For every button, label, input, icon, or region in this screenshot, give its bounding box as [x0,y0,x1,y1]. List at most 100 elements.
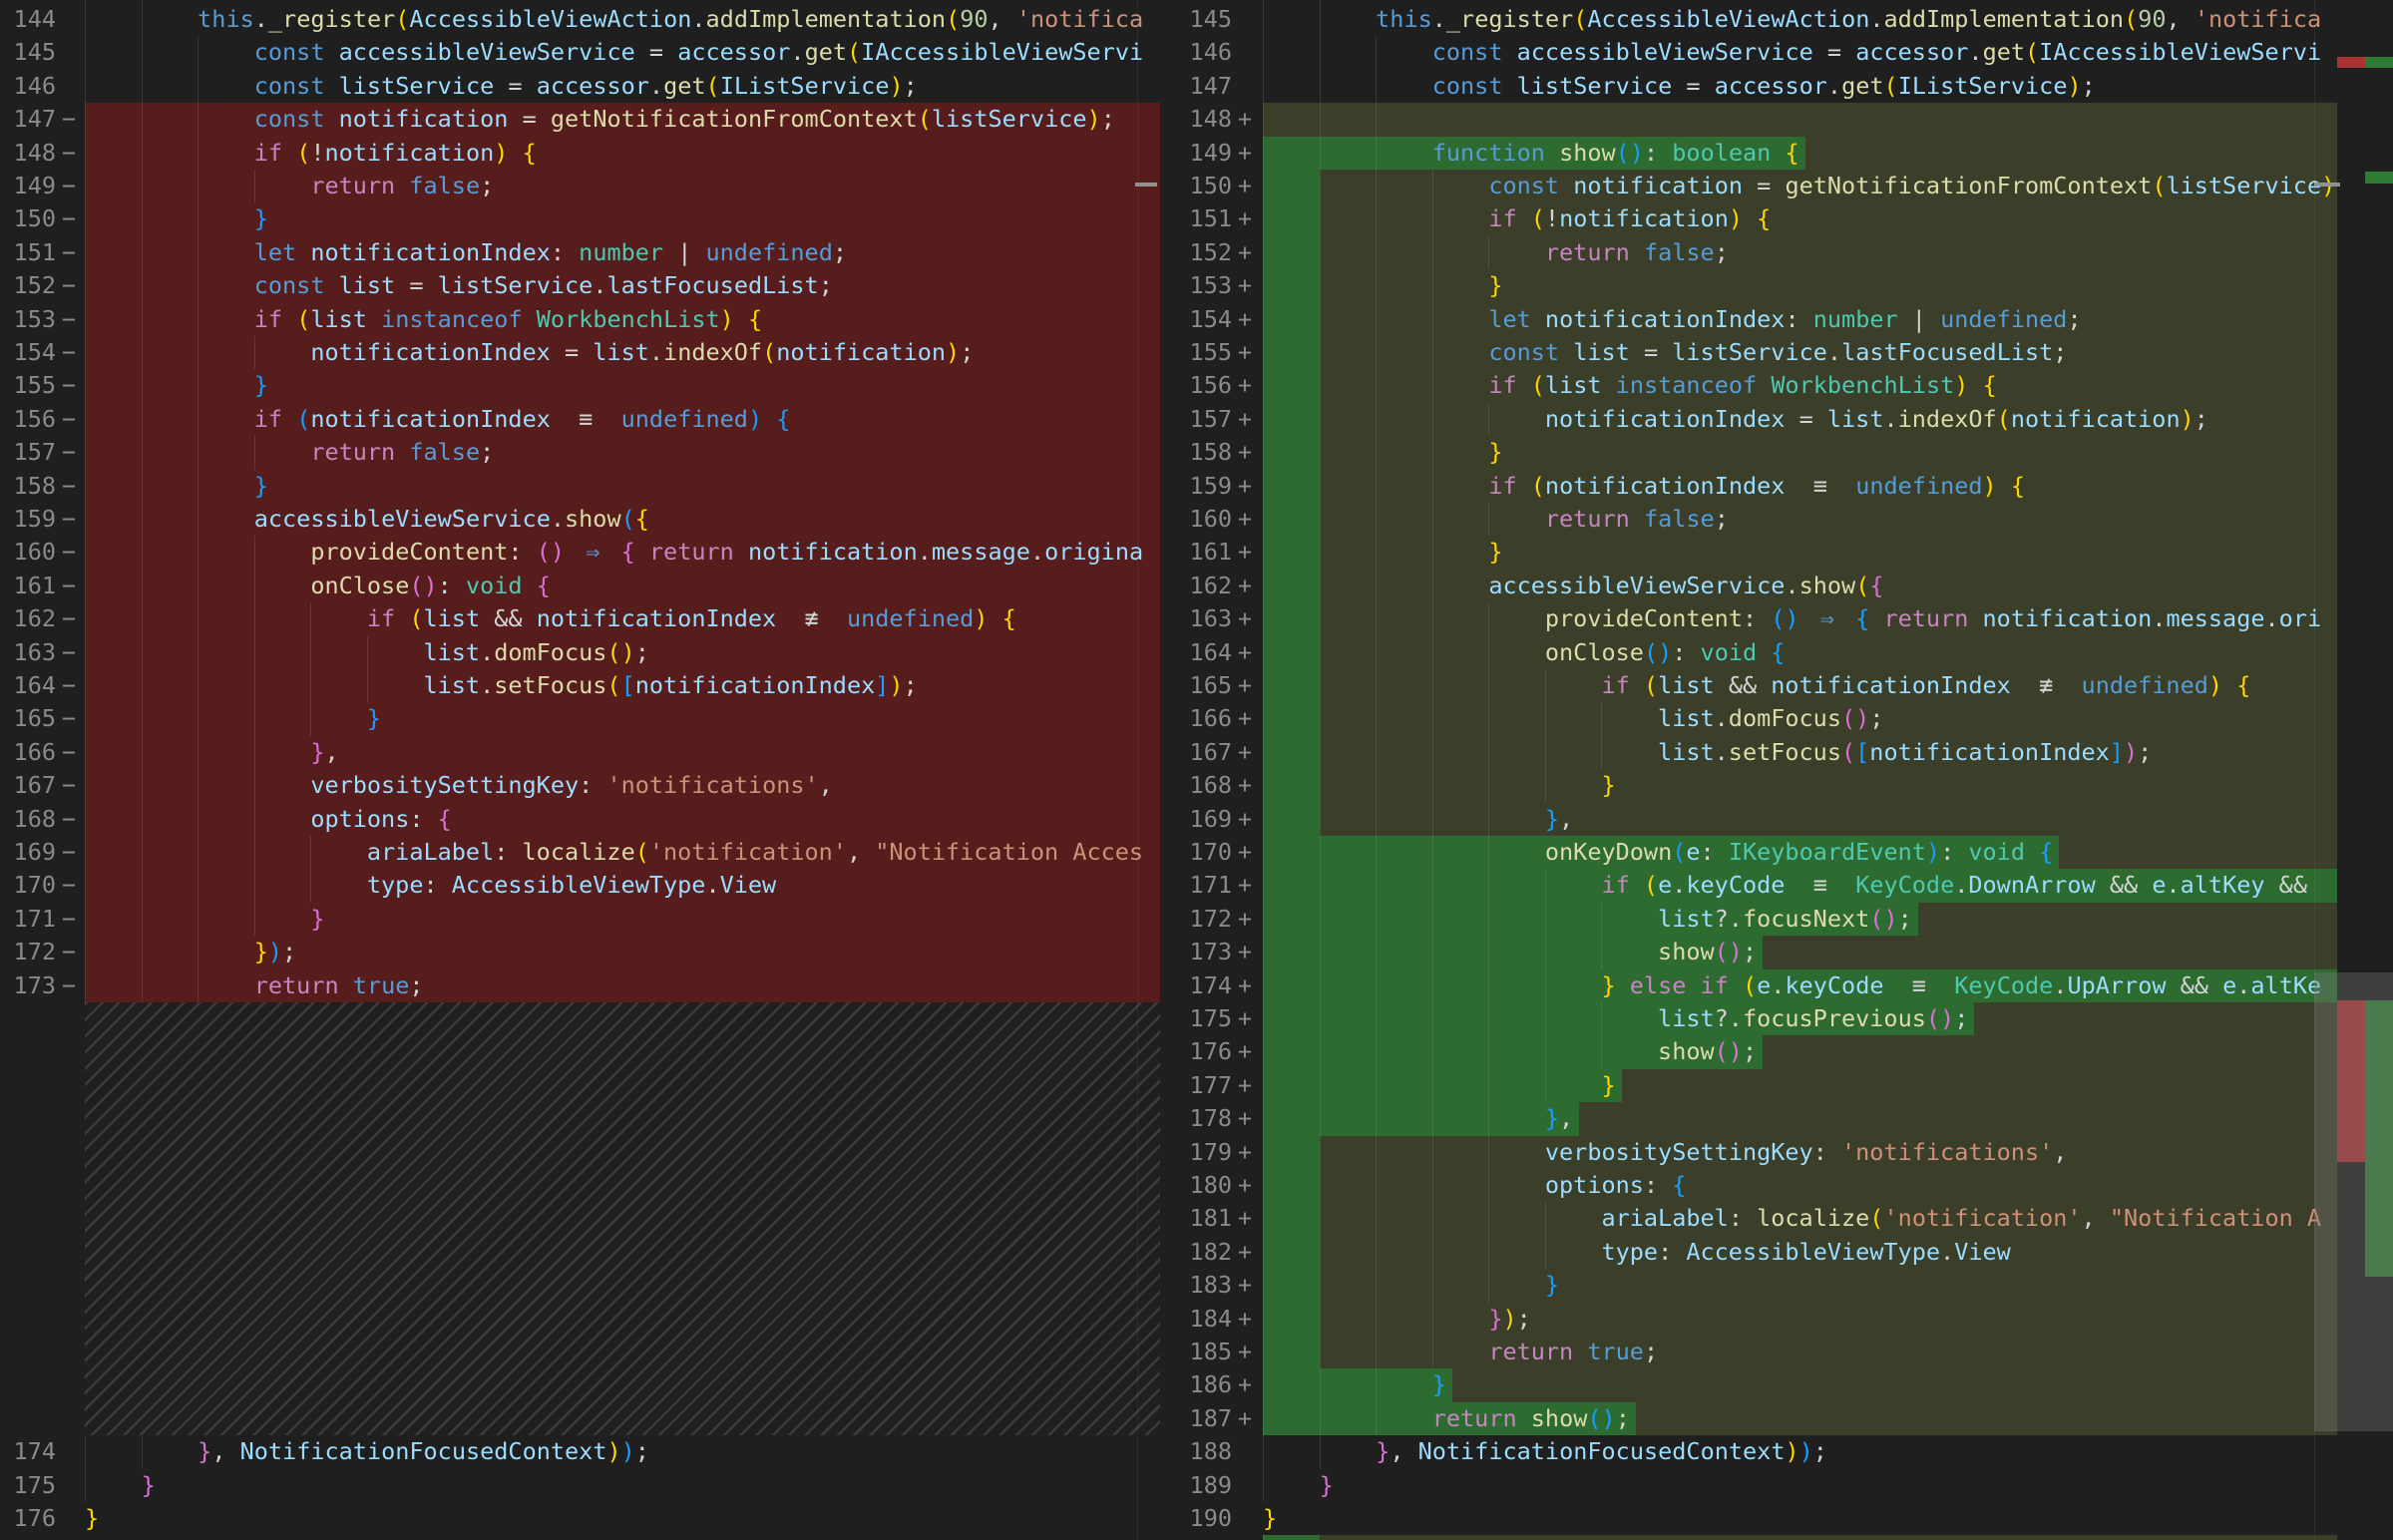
code-line[interactable]: 171−} [0,902,1160,937]
code-line[interactable]: 177 +} [1160,1068,2393,1103]
code-line[interactable]: 187 + return show(); [1160,1401,2393,1436]
code-line[interactable]: 178 +}, [1160,1102,2393,1136]
token: { [1869,571,1884,599]
code-line[interactable]: 184 +}); [1160,1302,2393,1337]
code-line[interactable]: 159− accessibleViewService.show({ [0,503,1160,537]
code-line[interactable]: 165−} [0,702,1160,736]
code-line[interactable]: 149 + function show(): boolean { [1160,136,2393,171]
code-line[interactable]: 167− verbositySettingKey: 'notifications'… [0,769,1160,803]
code-line[interactable]: 182 + type: AccessibleViewType.View [1160,1235,2393,1270]
line-number: 167 [13,771,56,800]
code-line[interactable]: 164 + onClose(): void { [1160,635,2393,670]
scrollbar-slider[interactable] [2314,972,2393,1431]
code-line[interactable]: 151− let notificationIndex: number | unde… [0,235,1160,270]
code-line[interactable]: 159 + if (notificationIndex ≡ undefined) { [1160,469,2393,504]
token: ( [1587,1403,1602,1432]
code-line[interactable]: 180 + options: { [1160,1169,2393,1203]
code-line[interactable]: 163 + provideContent: () ⇒ { return notifi… [1160,602,2393,636]
code-line[interactable]: 148− if (!notification) { [0,136,1160,171]
code-line[interactable]: 148 + [1160,103,2393,137]
code-line[interactable]: 181 + ariaLabel: localize('notification', … [1160,1202,2393,1236]
code-line[interactable]: 185 + return true; [1160,1336,2393,1369]
code-line[interactable]: 149− return false; [0,170,1160,203]
code-line[interactable]: 156− if (notificationIndex ≡ undefined) { [0,402,1160,437]
code-line[interactable]: 144 this._register(AccessibleViewAction.a… [0,3,1160,37]
code-line[interactable]: 164− list.setFocus([notificationIndex]); [0,669,1160,703]
code-line[interactable]: 179 + verbositySettingKey: 'notifications'… [1160,1135,2393,1170]
indent-guide [198,635,254,669]
code-line[interactable]: 166 + list.domFocus(); [1160,702,2393,736]
code-line[interactable]: 174 +} else if (e.keyCode ≡ KeyCode.UpArr… [1160,968,2393,1003]
code-line[interactable]: 145 const accessibleViewService = accesso… [0,36,1160,70]
code-line[interactable]: 146 const listService = accessor.get(ILis… [0,69,1160,104]
code-line[interactable]: 168− options: { [0,802,1160,837]
code-line[interactable]: 191+ [1160,1535,2393,1540]
code-line[interactable]: 176} [0,1502,1160,1536]
code-line[interactable]: 170 + onKeyDown(e: IKeyboardEvent): void { [1160,836,2393,870]
code-line[interactable]: 175 + list?.focusPrevious(); [1160,1002,2393,1036]
code-line[interactable]: 168 +} [1160,769,2393,803]
code-line[interactable]: 174}, NotificationFocusedContext)); [0,1435,1160,1469]
code-line[interactable]: 152 + return false; [1160,235,2393,270]
code-line[interactable]: 153 +} [1160,269,2393,303]
code-line[interactable]: 169− ariaLabel: localize('notification', … [0,836,1160,870]
code-line[interactable]: 151 + if (!notification) { [1160,202,2393,236]
code-line[interactable]: 155 + const list = listService.lastFocused… [1160,336,2393,370]
code-line[interactable]: 186 +} [1160,1368,2393,1402]
code-line[interactable]: 165 + if (list && notificationIndex ≢ unde… [1160,669,2393,703]
code-line[interactable]: 162 + accessibleViewService.show({ [1160,569,2393,603]
code-line[interactable]: 166−}, [0,735,1160,770]
code-line[interactable]: 172 + list?.focusNext(); [1160,902,2393,937]
code-line[interactable]: 173− return true; [0,968,1160,1003]
code-line[interactable]: 161− onClose(): void { [0,569,1160,603]
code-line[interactable]: 171 + if (e.keyCode ≡ KeyCode.DownArrow &&… [1160,869,2393,903]
code-line[interactable]: 156 + if (list instanceof WorkbenchList) { [1160,369,2393,403]
token: function [1431,138,1545,167]
diff-sign: + [1237,871,1253,900]
code-line[interactable]: 150 + const notification = getNotification… [1160,170,2393,203]
modified-editor-pane[interactable]: 144});145this._register(AccessibleViewAc… [1160,0,2393,1540]
code-line[interactable]: 188}, NotificationFocusedContext)); [1160,1435,2393,1469]
code-line[interactable]: 173 + show(); [1160,936,2393,969]
code-line[interactable]: 172−}); [0,936,1160,969]
token: if [1488,471,1517,500]
code-line[interactable]: 155−} [0,369,1160,403]
code-line[interactable]: 163− list.domFocus(); [0,635,1160,670]
code-line[interactable]: 154 + let notificationIndex: number | unde… [1160,302,2393,337]
code-line[interactable]: 147 const listService = accessor.get(ILis… [1160,69,2393,104]
code-line[interactable]: 150−} [0,202,1160,236]
code-line[interactable]: 176 + show(); [1160,1035,2393,1069]
code-content: } else if (e.keyCode ≡ KeyCode.UpArrow &… [1263,968,2337,1002]
code-line[interactable]: 147− const notification = getNotification… [0,103,1160,137]
code-line[interactable]: 158−} [0,469,1160,504]
code-line[interactable]: 158 +} [1160,436,2393,470]
code-line[interactable]: 169 +}, [1160,802,2393,837]
code-line[interactable]: 153− if (list instanceof WorkbenchList) { [0,302,1160,337]
token: ) [1982,471,1997,500]
code-line[interactable]: 157− return false; [0,436,1160,470]
code-line[interactable]: 157 + notificationIndex = list.indexOf(not… [1160,402,2393,437]
token: undefined [620,404,748,433]
code-line[interactable]: 162− if (list && notificationIndex ≢ unde… [0,602,1160,636]
token: ( [634,838,649,866]
code-line[interactable]: 167 + list.setFocus([notificationIndex]); [1160,735,2393,770]
code-line[interactable]: 175} [0,1468,1160,1503]
code-line[interactable]: 160− provideContent: () ⇒ { return notifi… [0,536,1160,570]
indent-guide [1488,1135,1545,1169]
original-editor-pane[interactable]: 143});144this._register(AccessibleViewAc… [0,0,1160,1540]
code-line[interactable]: 160 + return false; [1160,503,2393,537]
code-line[interactable]: 190} [1160,1502,2393,1536]
code-line[interactable]: 145 this._register(AccessibleViewAction.a… [1160,3,2393,37]
code-line[interactable]: 152− const list = listService.lastFocused… [0,269,1160,303]
line-number: 168 [13,804,56,833]
code-line[interactable]: 161 +} [1160,536,2393,570]
code-line[interactable]: 177 [0,1535,1160,1540]
code-line[interactable]: 146 const accessibleViewService = accesso… [1160,36,2393,70]
indent-guide [1431,503,1489,537]
code-line[interactable]: 154− notificationIndex = list.indexOf(not… [0,336,1160,370]
token: } [1488,538,1503,567]
code-line[interactable]: 189} [1160,1468,2393,1503]
indent-guide [1263,902,1320,937]
code-line[interactable]: 170− type: AccessibleViewType.View [0,869,1160,903]
code-line[interactable]: 183 +} [1160,1269,2393,1303]
